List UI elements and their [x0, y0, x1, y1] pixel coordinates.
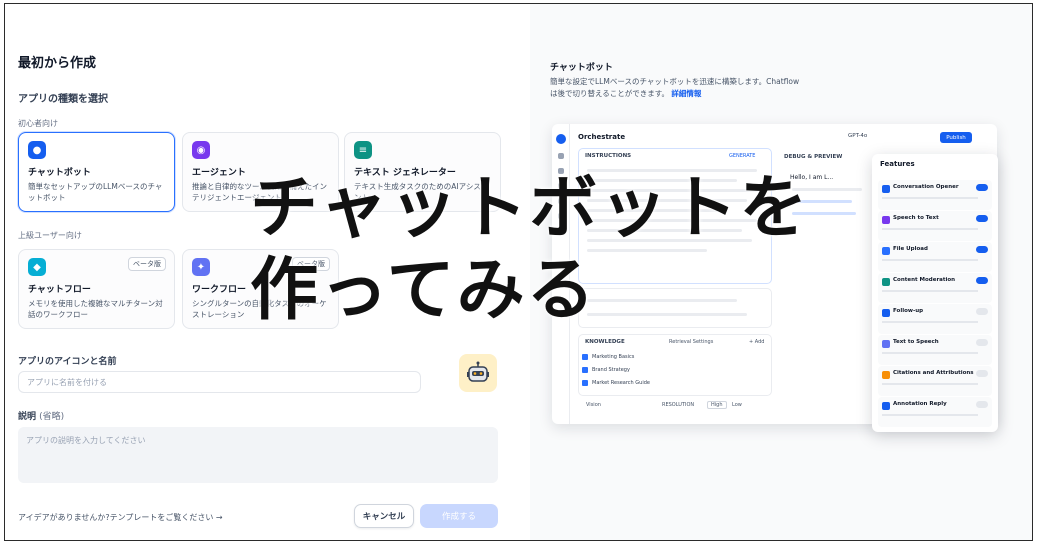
- variables-box: [578, 288, 772, 328]
- feature-item: Conversation Opener: [878, 180, 992, 210]
- cancel-button[interactable]: キャンセル: [354, 504, 414, 528]
- template-link[interactable]: アイデアがありませんか?テンプレートをご覧ください →: [18, 512, 223, 523]
- beginner-label: 初心者向け: [18, 119, 58, 128]
- feature-icon: [882, 371, 890, 379]
- feature-name: Text to Speech: [893, 339, 939, 345]
- feature-item: Content Moderation: [878, 273, 992, 303]
- feature-item: Annotation Reply: [878, 397, 992, 427]
- feature-item: Citations and Attributions: [878, 366, 992, 396]
- feature-name: File Upload: [893, 246, 928, 252]
- feature-icon: [882, 402, 890, 410]
- features-panel: Features Conversation Opener Speech to Te…: [872, 154, 998, 432]
- screen-frame: 最初から作成 アプリの種類を選択 初心者向け ● チャットボット 簡単なセットア…: [4, 3, 1033, 541]
- feature-desc-line: [882, 383, 978, 385]
- description-label: 説明 (省略): [18, 409, 64, 422]
- preview-panel: チャットボット 簡単な設定でLLMベースのチャットボットを迅速に構築します。Ch…: [530, 4, 1032, 540]
- feature-toggle: [976, 277, 988, 284]
- feature-name: Citations and Attributions: [893, 370, 974, 376]
- learn-more-link[interactable]: 詳細情報: [671, 89, 701, 98]
- feature-name: Speech to Text: [893, 215, 939, 221]
- description-textarea[interactable]: アプリの説明を入力してください: [18, 427, 498, 483]
- feature-item: Follow-up: [878, 304, 992, 334]
- app-type-title: アプリの種類を選択: [18, 94, 108, 105]
- add-knowledge: + Add: [749, 339, 765, 345]
- features-title: Features: [880, 160, 915, 168]
- resolution-label: RESOLUTION: [662, 402, 695, 408]
- preview-title: チャットボット: [550, 63, 613, 73]
- icon-name-label: アプリのアイコンと名前: [18, 357, 117, 367]
- preview-model: GPT-4o: [848, 133, 868, 139]
- feature-name: Annotation Reply: [893, 401, 947, 407]
- card-desc: メモリを使用した複雑なマルチターン対話のワークフロー: [28, 299, 163, 319]
- feature-desc-line: [882, 259, 978, 261]
- chatbot-icon: ●: [28, 141, 46, 159]
- card-chatflow[interactable]: ◆ ベータ版 チャットフロー メモリを使用した複雑なマルチターン対話のワークフロ…: [18, 249, 175, 329]
- robot-icon: [467, 361, 489, 382]
- feature-item: Speech to Text: [878, 211, 992, 241]
- feature-icon: [882, 278, 890, 286]
- knowledge-item-name: Brand Strategy: [592, 367, 630, 373]
- knowledge-item: Market Research Guide: [582, 378, 772, 388]
- page-title: 最初から作成: [18, 56, 97, 71]
- app-logo-icon: [555, 134, 566, 144]
- card-name: チャットフロー: [28, 285, 91, 295]
- feature-icon: [882, 309, 890, 317]
- feature-desc-line: [882, 321, 978, 323]
- feature-desc-line: [882, 197, 978, 199]
- preview-app-name: Orchestrate: [578, 133, 626, 141]
- feature-toggle: [976, 246, 988, 253]
- advanced-label: 上級ユーザー向け: [18, 231, 82, 240]
- knowledge-label: KNOWLEDGE: [585, 339, 625, 345]
- text-line: [587, 299, 737, 302]
- feature-toggle: [976, 401, 988, 408]
- card-name: チャットボット: [28, 168, 91, 178]
- beta-badge: ベータ版: [128, 257, 166, 271]
- optional-note: (省略): [39, 412, 65, 422]
- feature-icon: [882, 185, 890, 193]
- workflow-icon: ✦: [192, 258, 210, 276]
- high-option: High: [707, 401, 727, 409]
- caption-line-2: 作ってみる: [250, 251, 597, 330]
- knowledge-item-name: Market Research Guide: [592, 380, 650, 386]
- feature-name: Follow-up: [893, 308, 924, 314]
- feature-name: Content Moderation: [893, 277, 956, 283]
- feature-desc-line: [882, 290, 978, 292]
- knowledge-item: Marketing Basics: [582, 352, 772, 362]
- retrieval-settings: Retrieval Settings: [669, 339, 714, 345]
- vision-label: Vision: [586, 402, 601, 408]
- description-label-text: 説明: [18, 412, 37, 422]
- feature-toggle: [976, 339, 988, 346]
- low-option: Low: [732, 402, 742, 408]
- knowledge-item-name: Marketing Basics: [592, 354, 635, 360]
- feature-desc-line: [882, 228, 978, 230]
- feature-toggle: [976, 215, 988, 222]
- text-line: [587, 313, 747, 316]
- chatflow-icon: ◆: [28, 258, 46, 276]
- feature-icon: [882, 216, 890, 224]
- preview-publish-button: Publish: [940, 132, 972, 143]
- feature-desc-line: [882, 414, 978, 416]
- card-chatbot[interactable]: ● チャットボット 簡単なセットアップのLLMベースのチャットボット: [18, 132, 175, 212]
- feature-name: Conversation Opener: [893, 184, 959, 190]
- feature-item: File Upload: [878, 242, 992, 272]
- feature-item: Text to Speech: [878, 335, 992, 365]
- app-icon-picker[interactable]: [459, 354, 497, 392]
- app-name-input[interactable]: アプリに名前を付ける: [18, 371, 421, 393]
- feature-icon: [882, 247, 890, 255]
- agent-icon: ◉: [192, 141, 210, 159]
- feature-icon: [882, 340, 890, 348]
- card-desc: 簡単なセットアップのLLMベースのチャットボット: [28, 182, 163, 202]
- preview-description: 簡単な設定でLLMベースのチャットボットを迅速に構築します。Chatflowは後…: [550, 76, 800, 100]
- knowledge-item: Brand Strategy: [582, 365, 772, 375]
- create-button[interactable]: 作成する: [420, 504, 498, 528]
- feature-toggle: [976, 184, 988, 191]
- feature-toggle: [976, 370, 988, 377]
- feature-desc-line: [882, 352, 978, 354]
- feature-toggle: [976, 308, 988, 315]
